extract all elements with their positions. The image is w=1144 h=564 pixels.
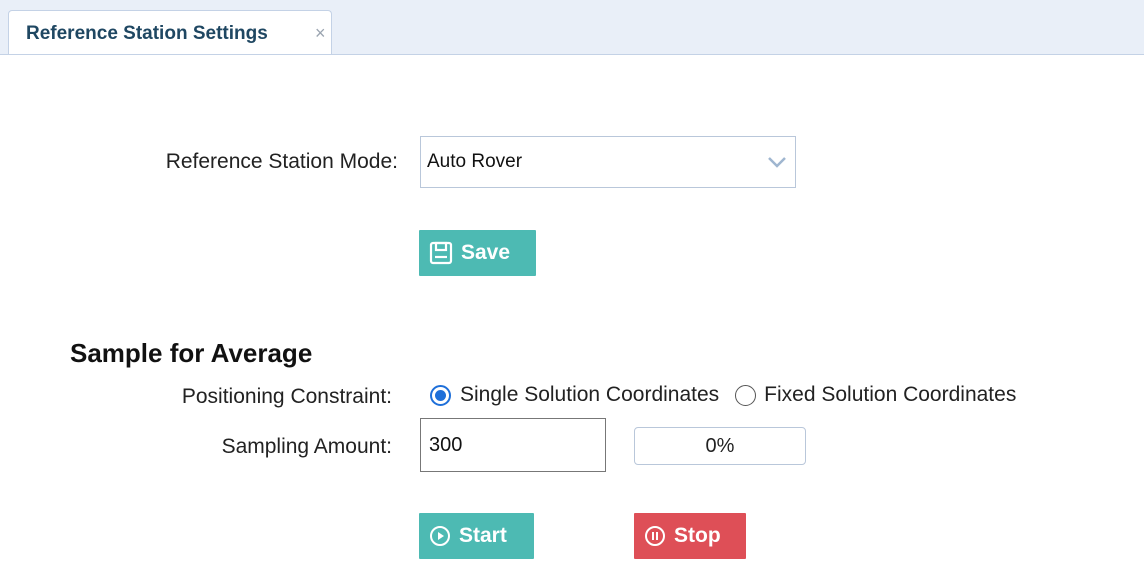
constraint-label: Positioning Constraint:: [181, 385, 392, 408]
play-circle-icon: [429, 525, 451, 547]
floppy-disk-icon: [429, 241, 453, 265]
pause-circle-icon: [644, 525, 666, 547]
amount-label: Sampling Amount:: [221, 435, 392, 458]
sampling-amount-input[interactable]: [420, 418, 606, 472]
mode-label: Reference Station Mode:: [165, 150, 398, 173]
tab-reference-station-settings[interactable]: Reference Station Settings ×: [8, 10, 332, 54]
stop-button[interactable]: Stop: [634, 513, 746, 559]
start-button[interactable]: Start: [419, 513, 534, 559]
start-button-label: Start: [459, 524, 507, 547]
tab-bar: Reference Station Settings ×: [0, 0, 1144, 55]
mode-select-value: Auto Rover: [427, 151, 523, 172]
mode-select[interactable]: Auto Rover: [420, 136, 796, 188]
constraint-radio-group: Single Solution Coordinates Fixed Soluti…: [430, 380, 1016, 410]
reference-station-page: Reference Station Settings × Reference S…: [0, 0, 1144, 564]
save-button-label: Save: [461, 241, 511, 264]
chevron-down-icon[interactable]: [759, 137, 795, 187]
radio-fixed-solution-label[interactable]: Fixed Solution Coordinates: [764, 383, 1016, 407]
section-heading: Sample for Average: [70, 338, 313, 368]
close-icon[interactable]: ×: [315, 23, 326, 44]
radio-single-solution-label[interactable]: Single Solution Coordinates: [460, 383, 719, 407]
tab-title: Reference Station Settings: [26, 23, 268, 44]
save-button[interactable]: Save: [419, 230, 536, 276]
radio-fixed-solution[interactable]: [735, 384, 757, 406]
radio-single-solution[interactable]: [430, 384, 451, 406]
sampling-progress: 0%: [634, 427, 806, 465]
stop-button-label: Stop: [674, 524, 721, 547]
